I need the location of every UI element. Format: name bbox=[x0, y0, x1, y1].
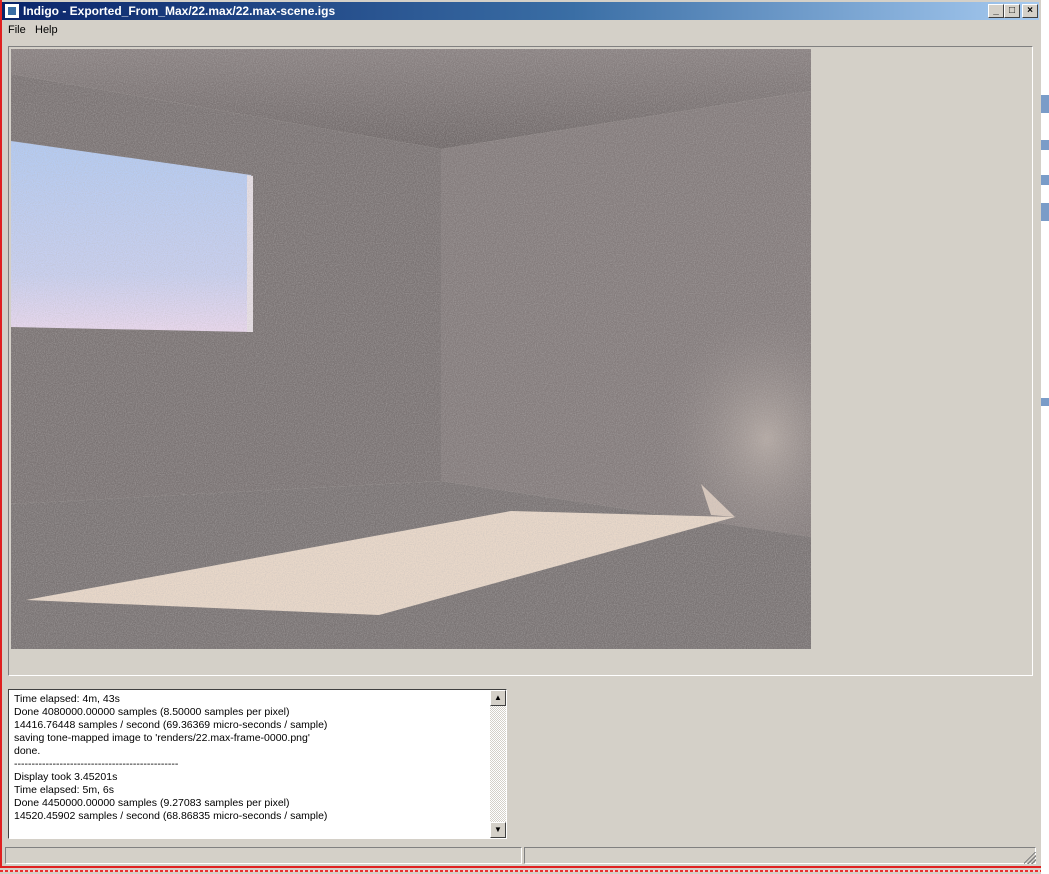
log-line: 14416.76448 samples / second (69.36369 m… bbox=[14, 719, 328, 731]
menu-file[interactable]: File bbox=[8, 24, 26, 36]
menu-help[interactable]: Help bbox=[35, 24, 58, 36]
log-line: Done 4080000.00000 samples (8.50000 samp… bbox=[14, 706, 290, 718]
menu-bar: File Help bbox=[2, 21, 1039, 40]
render-image bbox=[11, 49, 811, 649]
log-line: Display took 3.45201s bbox=[14, 771, 118, 783]
close-button[interactable]: × bbox=[1022, 4, 1038, 18]
status-bar bbox=[2, 846, 1039, 866]
log-line: Done 4450000.00000 samples (9.27083 samp… bbox=[14, 797, 290, 809]
maximize-button[interactable]: □ bbox=[1004, 4, 1020, 18]
bottom-edge-highlight bbox=[0, 870, 1049, 872]
log-lines: Time elapsed: 4m, 43s Done 4080000.00000… bbox=[14, 693, 484, 823]
arrow-up-icon[interactable]: ▲ bbox=[490, 690, 506, 706]
resize-grip-icon[interactable] bbox=[1024, 852, 1036, 864]
log-line: saving tone-mapped image to 'renders/22.… bbox=[14, 732, 310, 744]
app-icon[interactable] bbox=[5, 4, 19, 18]
window-title: Indigo - Exported_From_Max/22.max/22.max… bbox=[23, 4, 336, 18]
background-window-edge bbox=[1041, 0, 1049, 874]
log-console[interactable]: Time elapsed: 4m, 43s Done 4080000.00000… bbox=[8, 689, 507, 839]
log-scrollbar[interactable]: ▲ ▼ bbox=[490, 690, 506, 838]
log-line: done. bbox=[14, 745, 41, 757]
log-line: Time elapsed: 4m, 43s bbox=[14, 693, 120, 705]
minimize-button[interactable]: _ bbox=[988, 4, 1004, 18]
status-cell-secondary bbox=[524, 847, 1036, 864]
log-line: Time elapsed: 5m, 6s bbox=[14, 784, 114, 796]
arrow-down-icon[interactable]: ▼ bbox=[490, 822, 506, 838]
log-line: ----------------------------------------… bbox=[14, 758, 179, 770]
log-line: 14520.45902 samples / second (68.86835 m… bbox=[14, 810, 328, 822]
status-cell-main bbox=[5, 847, 522, 864]
title-bar[interactable]: Indigo - Exported_From_Max/22.max/22.max… bbox=[2, 2, 1039, 20]
